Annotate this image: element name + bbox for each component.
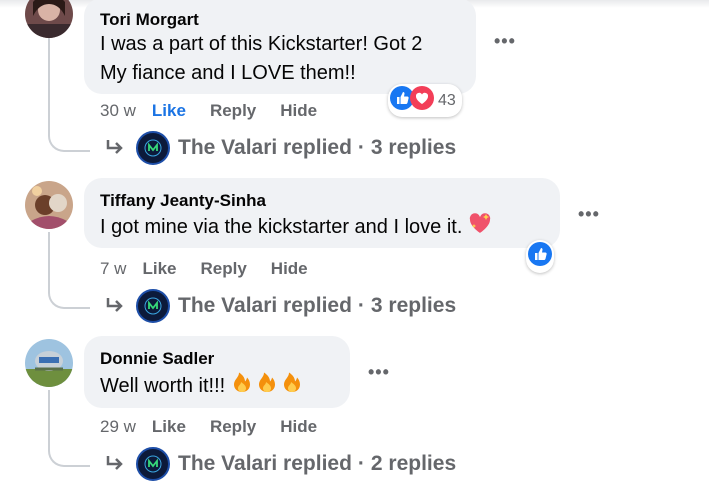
reaction-count: 43 [438, 91, 456, 109]
replies-count: 3 replies [370, 294, 457, 317]
hide-button[interactable]: Hide [280, 417, 317, 437]
comment-text: Well worth it!!! [100, 370, 334, 403]
reply-button[interactable]: Reply [210, 417, 256, 437]
comment-actions: 7 w Like Reply Hide [100, 259, 332, 279]
separator-dot: · [357, 136, 365, 159]
like-reaction-icon [528, 242, 552, 271]
replied-by-text: The Valari replied [178, 294, 352, 317]
the-valari-avatar [136, 447, 170, 481]
reply-arrow-icon [104, 295, 126, 317]
view-replies-link[interactable]: The Valari replied · 2 replies [104, 446, 456, 482]
more-options-icon[interactable]: ••• [368, 362, 390, 383]
thread-line [48, 390, 50, 448]
avatar[interactable] [25, 181, 73, 229]
comment-text: I got mine via the kickstarter and I lov… [100, 212, 544, 243]
fire-emoji [231, 370, 305, 403]
more-options-icon[interactable]: ••• [578, 204, 600, 225]
comment-timestamp[interactable]: 7 w [100, 259, 126, 279]
reaction-badge[interactable]: 43 [388, 84, 462, 117]
avatar[interactable] [25, 0, 73, 38]
thread-connector [48, 130, 90, 152]
reply-button[interactable]: Reply [210, 101, 256, 121]
reply-arrow-icon [104, 137, 126, 159]
thread-connector [48, 445, 90, 467]
comment-text-line-1: I was a part of this Kickstarter! Got 2 [100, 33, 423, 55]
the-valari-avatar [136, 289, 170, 323]
thread-line [48, 38, 50, 133]
comment-text-body: Well worth it!!! [100, 374, 226, 397]
replied-by-text: The Valari replied [178, 452, 352, 475]
comment-text-body: I got mine via the kickstarter and I lov… [100, 215, 463, 238]
avatar[interactable] [25, 339, 73, 387]
view-replies-link[interactable]: The Valari replied · 3 replies [104, 288, 456, 324]
replies-count: 2 replies [370, 452, 457, 475]
like-button[interactable]: Like [152, 101, 186, 121]
reply-arrow-icon [104, 453, 126, 475]
comment-timestamp[interactable]: 29 w [100, 417, 136, 437]
comment-bubble: Tiffany Jeanty-Sinha I got mine via the … [84, 178, 560, 248]
comment-bubble: Donnie Sadler Well worth it!!! [84, 336, 350, 408]
thread-connector [48, 287, 90, 309]
more-options-icon[interactable]: ••• [494, 31, 516, 52]
separator-dot: · [357, 294, 365, 317]
love-reaction-icon [410, 86, 434, 115]
like-button[interactable]: Like [152, 417, 186, 437]
reaction-badge[interactable] [526, 240, 554, 273]
reply-button[interactable]: Reply [201, 259, 247, 279]
the-valari-avatar [136, 131, 170, 165]
comment-author[interactable]: Donnie Sadler [100, 349, 334, 369]
view-replies-link[interactable]: The Valari replied · 3 replies [104, 130, 456, 166]
comment-author[interactable]: Tori Morgart [100, 10, 460, 30]
hide-button[interactable]: Hide [271, 259, 308, 279]
comment-author[interactable]: Tiffany Jeanty-Sinha [100, 191, 544, 211]
comment-actions: 29 w Like Reply Hide [100, 417, 341, 437]
thread-line [48, 232, 50, 290]
replied-by-text: The Valari replied [178, 136, 352, 159]
replies-count: 3 replies [370, 136, 457, 159]
comment-bubble: Tori Morgart I was a part of this Kickst… [84, 0, 476, 94]
hide-button[interactable]: Hide [280, 101, 317, 121]
comment-actions: 30 w Like Reply Hide [100, 101, 341, 121]
like-button[interactable]: Like [142, 259, 176, 279]
separator-dot: · [357, 452, 365, 475]
comment-timestamp[interactable]: 30 w [100, 101, 136, 121]
sparkling-heart-emoji [468, 212, 492, 243]
